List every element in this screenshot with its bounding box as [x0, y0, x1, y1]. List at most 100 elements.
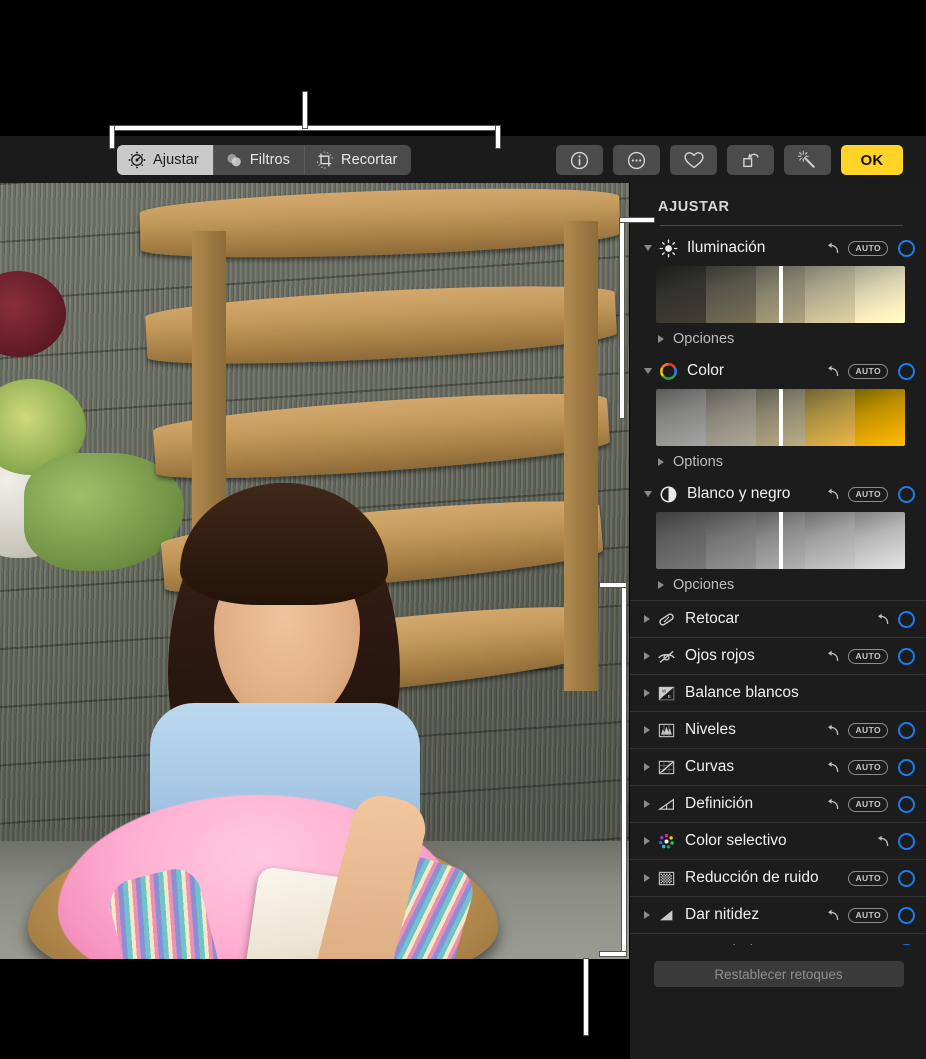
thumbnail[interactable] — [855, 512, 905, 569]
enable-toggle[interactable] — [898, 240, 915, 257]
enable-toggle[interactable] — [898, 907, 915, 924]
revert-icon[interactable] — [825, 760, 840, 775]
chevron-right-icon[interactable] — [644, 874, 650, 882]
chevron-right-icon[interactable] — [644, 800, 650, 808]
auto-button[interactable]: AUTO — [848, 797, 888, 812]
thumbnail[interactable] — [805, 512, 855, 569]
color-wheel-icon — [659, 362, 678, 381]
chevron-right-icon[interactable] — [644, 652, 650, 660]
enable-toggle[interactable] — [898, 759, 915, 776]
reset-retouches-wrap: Restablecer retoques — [630, 961, 926, 987]
group-color-options[interactable]: Options — [630, 446, 926, 477]
thumbnail[interactable] — [706, 266, 756, 323]
ok-button[interactable]: OK — [841, 145, 903, 175]
item-ojos-rojos[interactable]: Ojos rojos AUTO — [630, 637, 926, 674]
thumbnail[interactable] — [656, 266, 706, 323]
chevron-right-icon[interactable] — [644, 911, 650, 919]
chevron-right-icon[interactable] — [644, 615, 650, 623]
photo-canvas[interactable] — [0, 183, 629, 959]
revert-icon[interactable] — [825, 649, 840, 664]
group-iluminacion-label: Iluminación — [687, 239, 825, 257]
group-blanco-y-negro-label: Blanco y negro — [687, 485, 825, 503]
auto-button[interactable]: AUTO — [848, 723, 888, 738]
item-color-selectivo[interactable]: Color selectivo — [630, 822, 926, 859]
item-dar-nitidez[interactable]: Dar nitidez AUTO — [630, 896, 926, 933]
chevron-right-icon[interactable] — [658, 335, 664, 343]
reset-retouches-button[interactable]: Restablecer retoques — [654, 961, 904, 987]
revert-icon[interactable] — [825, 723, 840, 738]
thumbnail[interactable] — [706, 512, 756, 569]
revert-icon[interactable] — [825, 364, 840, 379]
chevron-right-icon[interactable] — [658, 458, 664, 466]
tab-recortar[interactable]: Recortar — [305, 145, 411, 175]
revert-icon[interactable] — [825, 908, 840, 923]
enable-toggle[interactable] — [898, 722, 915, 739]
chevron-right-icon[interactable] — [644, 689, 650, 697]
revert-icon[interactable] — [875, 834, 890, 849]
auto-button[interactable]: AUTO — [848, 364, 888, 379]
chevron-right-icon[interactable] — [644, 726, 650, 734]
strip-selection-marker[interactable] — [779, 389, 783, 446]
auto-button[interactable]: AUTO — [848, 649, 888, 664]
color-thumbnails[interactable] — [656, 389, 905, 446]
chevron-down-icon[interactable] — [644, 368, 652, 374]
thumbnail[interactable] — [855, 389, 905, 446]
enable-toggle[interactable] — [898, 796, 915, 813]
enable-toggle[interactable] — [898, 870, 915, 887]
group-iluminacion-options[interactable]: Opciones — [630, 323, 926, 354]
group-blanco-y-negro[interactable]: Blanco y negro AUTO — [630, 477, 926, 511]
auto-button[interactable]: AUTO — [848, 908, 888, 923]
item-dar-nitidez-label: Dar nitidez — [685, 906, 825, 924]
chevron-right-icon[interactable] — [658, 581, 664, 589]
enable-toggle[interactable] — [898, 833, 915, 850]
item-curvas[interactable]: Curvas AUTO — [630, 748, 926, 785]
revert-icon[interactable] — [825, 797, 840, 812]
strip-selection-marker[interactable] — [779, 266, 783, 323]
group-iluminacion[interactable]: Iluminación AUTO — [630, 231, 926, 265]
tab-ajustar[interactable]: Ajustar — [117, 145, 214, 175]
magic-wand-icon — [797, 150, 818, 171]
revert-icon[interactable] — [825, 241, 840, 256]
thumbnail[interactable] — [855, 266, 905, 323]
auto-button[interactable]: AUTO — [848, 871, 888, 886]
auto-enhance-button[interactable] — [784, 145, 831, 175]
info-circle-icon — [569, 150, 590, 171]
thumbnail[interactable] — [656, 512, 706, 569]
adjust-scroll-area[interactable]: Iluminación AUTO O — [630, 231, 926, 1059]
rotate-button[interactable] — [727, 145, 774, 175]
group-blanco-y-negro-options[interactable]: Opciones — [630, 569, 926, 600]
chevron-right-icon[interactable] — [644, 837, 650, 845]
chevron-down-icon[interactable] — [644, 491, 652, 497]
auto-button[interactable]: AUTO — [848, 760, 888, 775]
info-button[interactable] — [556, 145, 603, 175]
strip-selection-marker[interactable] — [779, 512, 783, 569]
item-definicion[interactable]: Definición AUTO — [630, 785, 926, 822]
auto-button[interactable]: AUTO — [848, 487, 888, 502]
enable-toggle[interactable] — [898, 611, 915, 628]
item-niveles[interactable]: Niveles AUTO — [630, 711, 926, 748]
editor-window: Ajustar Filtros — [0, 0, 926, 1059]
thumbnail[interactable] — [805, 389, 855, 446]
chevron-right-icon[interactable] — [644, 763, 650, 771]
tab-filtros[interactable]: Filtros — [214, 145, 305, 175]
favorite-button[interactable] — [670, 145, 717, 175]
item-reduccion-de-ruido[interactable]: Reducción de ruido AUTO — [630, 859, 926, 896]
revert-icon[interactable] — [825, 487, 840, 502]
mode-segmented-control[interactable]: Ajustar Filtros — [117, 145, 411, 175]
enable-toggle[interactable] — [898, 486, 915, 503]
light-thumbnails[interactable] — [656, 266, 905, 323]
revert-icon[interactable] — [875, 612, 890, 627]
thumbnail[interactable] — [805, 266, 855, 323]
thumbnail[interactable] — [656, 389, 706, 446]
more-button[interactable] — [613, 145, 660, 175]
bw-thumbnails[interactable] — [656, 512, 905, 569]
enable-toggle[interactable] — [898, 648, 915, 665]
item-retocar[interactable]: Retocar — [630, 600, 926, 637]
enable-toggle[interactable] — [898, 363, 915, 380]
item-balance-blancos[interactable]: W B Balance blancos — [630, 674, 926, 711]
filters-circles-icon — [225, 151, 243, 169]
group-color[interactable]: Color AUTO — [630, 354, 926, 388]
chevron-down-icon[interactable] — [644, 245, 652, 251]
auto-button[interactable]: AUTO — [848, 241, 888, 256]
thumbnail[interactable] — [706, 389, 756, 446]
